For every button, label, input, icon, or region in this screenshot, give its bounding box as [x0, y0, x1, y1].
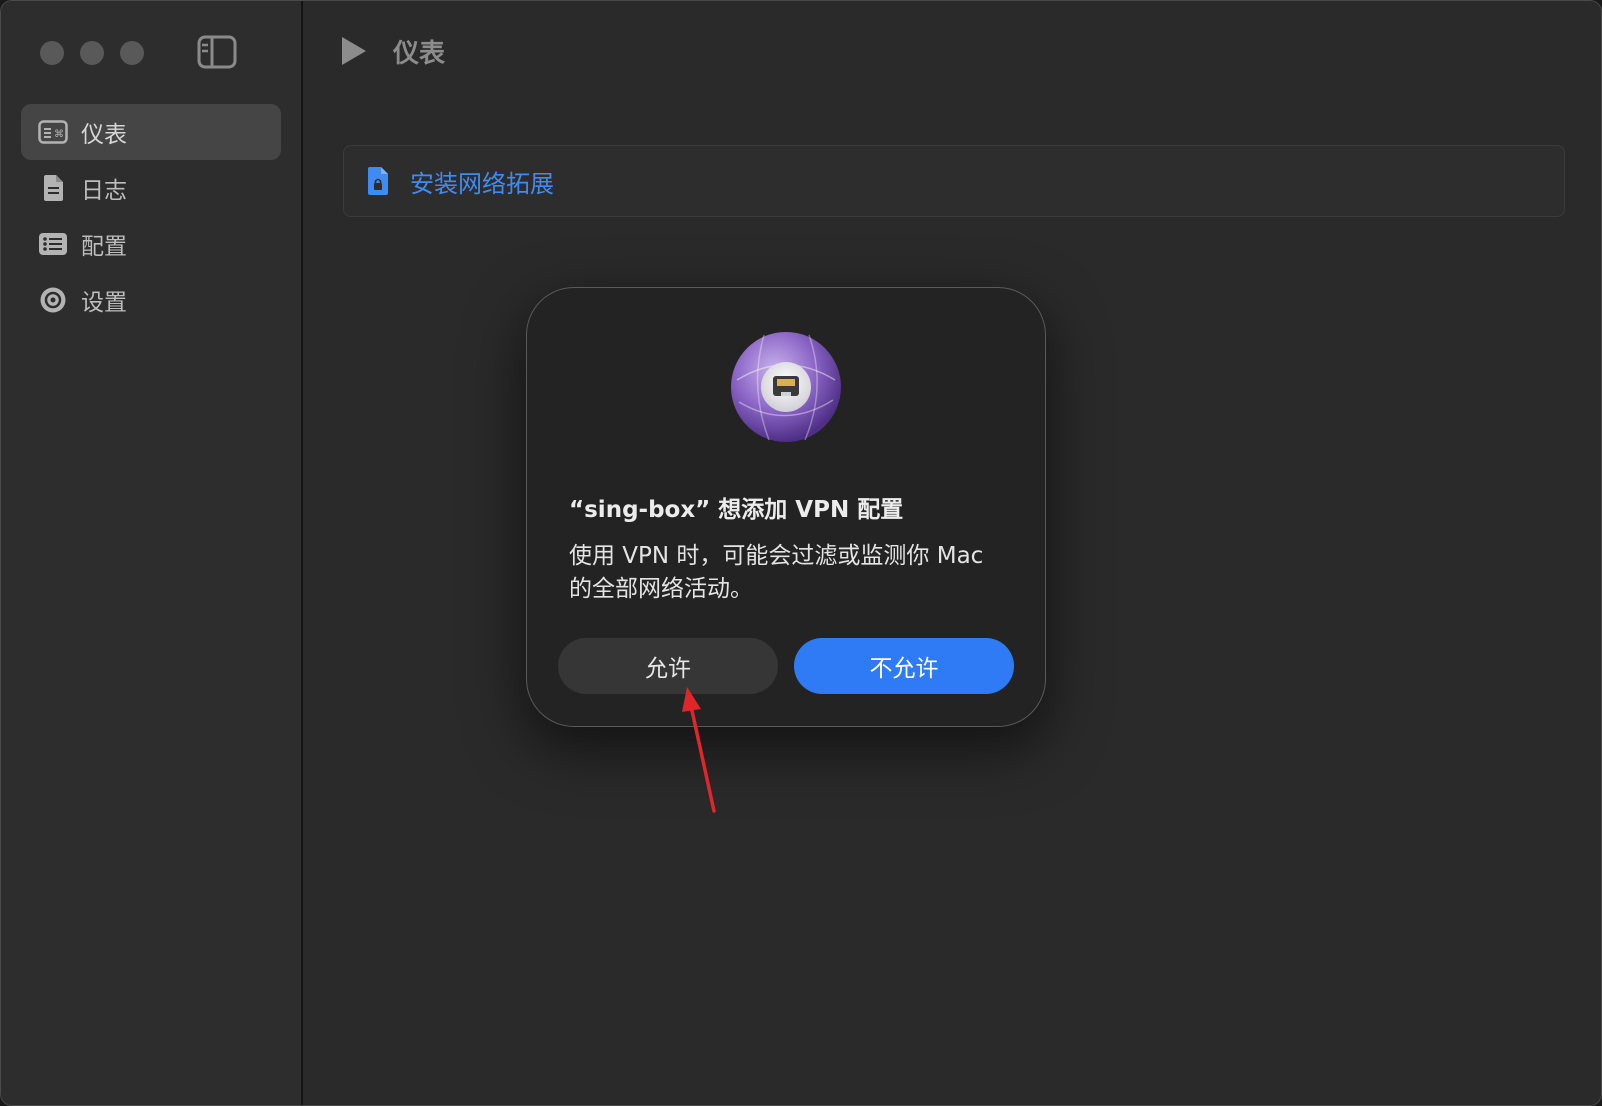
- sidebar-item-logs[interactable]: 日志: [21, 160, 281, 216]
- sidebar-item-label: 配置: [81, 234, 127, 260]
- sidebar: ⌘ 仪表 日志 配置 设置: [1, 1, 303, 1105]
- app-window: ⌘ 仪表 日志 配置 设置 仪表 安装网络拓展 “sing-box” 想添加 V…: [0, 0, 1602, 1106]
- close-window-button[interactable]: [40, 41, 64, 65]
- allow-button[interactable]: 允许: [558, 638, 778, 694]
- gear-icon: [37, 286, 69, 314]
- sidebar-item-config[interactable]: 配置: [21, 216, 281, 272]
- network-extension-icon: [729, 330, 843, 444]
- document-icon: [37, 174, 69, 202]
- dialog-title: “sing-box” 想添加 VPN 配置: [569, 497, 904, 523]
- install-extension-link[interactable]: 安装网络拓展: [410, 164, 554, 199]
- minimize-window-button[interactable]: [80, 41, 104, 65]
- dashboard-icon: ⌘: [37, 118, 69, 146]
- install-extension-row[interactable]: 安装网络拓展: [343, 145, 1565, 217]
- sidebar-nav: ⌘ 仪表 日志 配置 设置: [21, 104, 281, 328]
- sidebar-item-settings[interactable]: 设置: [21, 272, 281, 328]
- sidebar-item-label: 仪表: [81, 122, 127, 148]
- vpn-permission-dialog: “sing-box” 想添加 VPN 配置 使用 VPN 时，可能会过滤或监测你…: [526, 287, 1046, 727]
- deny-button[interactable]: 不允许: [794, 638, 1014, 694]
- document-lock-icon: [366, 166, 390, 196]
- page-title: 仪表: [393, 39, 446, 69]
- dialog-message: 使用 VPN 时，可能会过滤或监测你 Mac 的全部网络活动。: [569, 543, 984, 602]
- annotation-arrow-icon: [671, 681, 731, 816]
- zoom-window-button[interactable]: [120, 41, 144, 65]
- play-icon[interactable]: [339, 35, 369, 71]
- list-icon: [37, 230, 69, 258]
- svg-text:⌘: ⌘: [54, 129, 64, 140]
- sidebar-item-dashboard[interactable]: ⌘ 仪表: [21, 104, 281, 160]
- sidebar-toggle-icon[interactable]: [197, 35, 237, 69]
- sidebar-item-label: 设置: [81, 290, 127, 316]
- sidebar-item-label: 日志: [81, 178, 127, 204]
